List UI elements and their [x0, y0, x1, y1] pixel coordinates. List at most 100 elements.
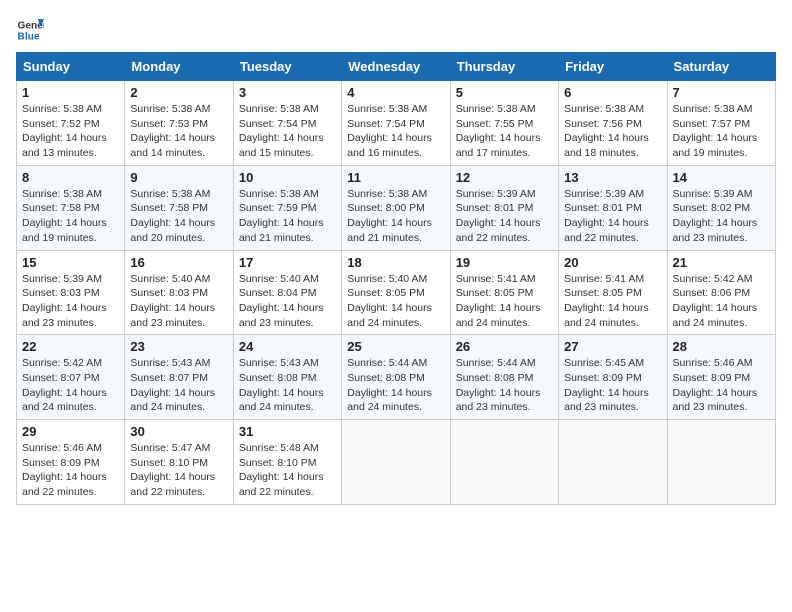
calendar-cell: [342, 420, 450, 505]
calendar-cell: 1 Sunrise: 5:38 AMSunset: 7:52 PMDaylight…: [17, 81, 125, 166]
day-number: 18: [347, 255, 444, 270]
day-number: 12: [456, 170, 553, 185]
day-info: Sunrise: 5:41 AMSunset: 8:05 PMDaylight:…: [564, 272, 661, 331]
day-number: 8: [22, 170, 119, 185]
day-number: 26: [456, 339, 553, 354]
calendar-cell: 19 Sunrise: 5:41 AMSunset: 8:05 PMDayligh…: [450, 250, 558, 335]
day-number: 29: [22, 424, 119, 439]
day-info: Sunrise: 5:41 AMSunset: 8:05 PMDaylight:…: [456, 272, 553, 331]
day-info: Sunrise: 5:46 AMSunset: 8:09 PMDaylight:…: [673, 356, 770, 415]
calendar-cell: 15Sunrise: 5:39 AMSunset: 8:03 PMDayligh…: [17, 250, 125, 335]
day-number: 22: [22, 339, 119, 354]
calendar-cell: 21 Sunrise: 5:42 AMSunset: 8:06 PMDayligh…: [667, 250, 775, 335]
calendar-cell: 8 Sunrise: 5:38 AMSunset: 7:58 PMDaylight…: [17, 165, 125, 250]
calendar-cell: 4 Sunrise: 5:38 AMSunset: 7:54 PMDaylight…: [342, 81, 450, 166]
weekday-header-saturday: Saturday: [667, 53, 775, 81]
calendar-cell: 12 Sunrise: 5:39 AMSunset: 8:01 PMDayligh…: [450, 165, 558, 250]
calendar-cell: [559, 420, 667, 505]
day-info: Sunrise: 5:44 AMSunset: 8:08 PMDaylight:…: [347, 356, 444, 415]
day-number: 25: [347, 339, 444, 354]
day-info: Sunrise: 5:45 AMSunset: 8:09 PMDaylight:…: [564, 356, 661, 415]
day-number: 16: [130, 255, 227, 270]
day-number: 6: [564, 85, 661, 100]
day-info: Sunrise: 5:46 AMSunset: 8:09 PMDaylight:…: [22, 441, 119, 500]
calendar-cell: 5Sunrise: 5:38 AMSunset: 7:55 PMDaylight…: [450, 81, 558, 166]
day-info: Sunrise: 5:40 AMSunset: 8:05 PMDaylight:…: [347, 272, 444, 331]
day-info: Sunrise: 5:42 AMSunset: 8:06 PMDaylight:…: [673, 272, 770, 331]
calendar-cell: 24 Sunrise: 5:43 AMSunset: 8:08 PMDayligh…: [233, 335, 341, 420]
calendar-cell: [450, 420, 558, 505]
logo: General Blue: [16, 16, 44, 44]
calendar-cell: 2Sunrise: 5:38 AMSunset: 7:53 PMDaylight…: [125, 81, 233, 166]
day-info: Sunrise: 5:39 AMSunset: 8:02 PMDaylight:…: [673, 187, 770, 246]
day-number: 13: [564, 170, 661, 185]
calendar-cell: 6 Sunrise: 5:38 AMSunset: 7:56 PMDaylight…: [559, 81, 667, 166]
day-number: 11: [347, 170, 444, 185]
day-info: Sunrise: 5:38 AMSunset: 7:58 PMDaylight:…: [22, 187, 119, 246]
day-number: 20: [564, 255, 661, 270]
calendar-cell: [667, 420, 775, 505]
day-number: 14: [673, 170, 770, 185]
day-info: Sunrise: 5:48 AMSunset: 8:10 PMDaylight:…: [239, 441, 336, 500]
day-info: Sunrise: 5:39 AMSunset: 8:01 PMDaylight:…: [564, 187, 661, 246]
weekday-header-wednesday: Wednesday: [342, 53, 450, 81]
day-info: Sunrise: 5:38 AMSunset: 7:58 PMDaylight:…: [130, 187, 227, 246]
calendar-cell: 9Sunrise: 5:38 AMSunset: 7:58 PMDaylight…: [125, 165, 233, 250]
calendar-cell: 7Sunrise: 5:38 AMSunset: 7:57 PMDaylight…: [667, 81, 775, 166]
day-info: Sunrise: 5:38 AMSunset: 7:54 PMDaylight:…: [239, 102, 336, 161]
calendar-cell: 14 Sunrise: 5:39 AMSunset: 8:02 PMDayligh…: [667, 165, 775, 250]
weekday-header-monday: Monday: [125, 53, 233, 81]
header: General Blue: [16, 16, 776, 44]
day-info: Sunrise: 5:38 AMSunset: 8:00 PMDaylight:…: [347, 187, 444, 246]
day-number: 15: [22, 255, 119, 270]
day-info: Sunrise: 5:43 AMSunset: 8:08 PMDaylight:…: [239, 356, 336, 415]
calendar-week-row: 29 Sunrise: 5:46 AMSunset: 8:09 PMDayligh…: [17, 420, 776, 505]
day-number: 31: [239, 424, 336, 439]
day-info: Sunrise: 5:42 AMSunset: 8:07 PMDaylight:…: [22, 356, 119, 415]
calendar-cell: 26 Sunrise: 5:44 AMSunset: 8:08 PMDayligh…: [450, 335, 558, 420]
day-number: 28: [673, 339, 770, 354]
calendar-table: SundayMondayTuesdayWednesdayThursdayFrid…: [16, 52, 776, 505]
day-number: 21: [673, 255, 770, 270]
day-info: Sunrise: 5:40 AMSunset: 8:04 PMDaylight:…: [239, 272, 336, 331]
day-info: Sunrise: 5:38 AMSunset: 7:57 PMDaylight:…: [673, 102, 770, 161]
calendar-cell: 13 Sunrise: 5:39 AMSunset: 8:01 PMDayligh…: [559, 165, 667, 250]
day-number: 19: [456, 255, 553, 270]
day-number: 4: [347, 85, 444, 100]
day-info: Sunrise: 5:40 AMSunset: 8:03 PMDaylight:…: [130, 272, 227, 331]
day-number: 10: [239, 170, 336, 185]
day-info: Sunrise: 5:38 AMSunset: 7:56 PMDaylight:…: [564, 102, 661, 161]
calendar-cell: 28 Sunrise: 5:46 AMSunset: 8:09 PMDayligh…: [667, 335, 775, 420]
svg-text:Blue: Blue: [18, 31, 40, 42]
calendar-cell: 30 Sunrise: 5:47 AMSunset: 8:10 PMDayligh…: [125, 420, 233, 505]
weekday-header-sunday: Sunday: [17, 53, 125, 81]
calendar-cell: 16 Sunrise: 5:40 AMSunset: 8:03 PMDayligh…: [125, 250, 233, 335]
day-info: Sunrise: 5:38 AMSunset: 7:54 PMDaylight:…: [347, 102, 444, 161]
day-number: 27: [564, 339, 661, 354]
weekday-header-thursday: Thursday: [450, 53, 558, 81]
day-number: 17: [239, 255, 336, 270]
calendar-week-row: 15Sunrise: 5:39 AMSunset: 8:03 PMDayligh…: [17, 250, 776, 335]
calendar-cell: 11 Sunrise: 5:38 AMSunset: 8:00 PMDayligh…: [342, 165, 450, 250]
calendar-week-row: 22 Sunrise: 5:42 AMSunset: 8:07 PMDayligh…: [17, 335, 776, 420]
day-info: Sunrise: 5:39 AMSunset: 8:01 PMDaylight:…: [456, 187, 553, 246]
calendar-cell: 20 Sunrise: 5:41 AMSunset: 8:05 PMDayligh…: [559, 250, 667, 335]
calendar-cell: 29 Sunrise: 5:46 AMSunset: 8:09 PMDayligh…: [17, 420, 125, 505]
day-info: Sunrise: 5:38 AMSunset: 7:53 PMDaylight:…: [130, 102, 227, 161]
day-info: Sunrise: 5:38 AMSunset: 7:52 PMDaylight:…: [22, 102, 119, 161]
day-number: 3: [239, 85, 336, 100]
calendar-week-row: 8 Sunrise: 5:38 AMSunset: 7:58 PMDaylight…: [17, 165, 776, 250]
calendar-cell: 23Sunrise: 5:43 AMSunset: 8:07 PMDayligh…: [125, 335, 233, 420]
calendar-cell: 22 Sunrise: 5:42 AMSunset: 8:07 PMDayligh…: [17, 335, 125, 420]
calendar-cell: 31 Sunrise: 5:48 AMSunset: 8:10 PMDayligh…: [233, 420, 341, 505]
weekday-header-tuesday: Tuesday: [233, 53, 341, 81]
day-info: Sunrise: 5:47 AMSunset: 8:10 PMDaylight:…: [130, 441, 227, 500]
calendar-cell: 18 Sunrise: 5:40 AMSunset: 8:05 PMDayligh…: [342, 250, 450, 335]
day-number: 1: [22, 85, 119, 100]
day-info: Sunrise: 5:44 AMSunset: 8:08 PMDaylight:…: [456, 356, 553, 415]
calendar-cell: 27 Sunrise: 5:45 AMSunset: 8:09 PMDayligh…: [559, 335, 667, 420]
day-info: Sunrise: 5:43 AMSunset: 8:07 PMDaylight:…: [130, 356, 227, 415]
weekday-header-friday: Friday: [559, 53, 667, 81]
day-number: 24: [239, 339, 336, 354]
day-number: 30: [130, 424, 227, 439]
